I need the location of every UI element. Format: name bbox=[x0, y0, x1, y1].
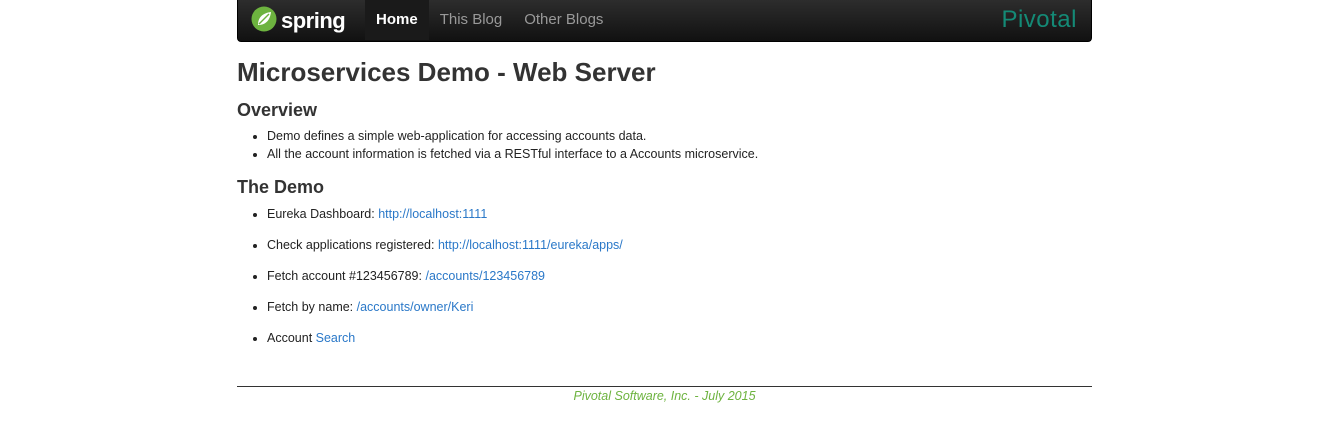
item-label: Eureka Dashboard: bbox=[267, 207, 379, 221]
footer-divider bbox=[237, 386, 1092, 387]
fetch-by-name-link[interactable]: /accounts/owner/Keri bbox=[357, 300, 474, 314]
list-item: All the account information is fetched v… bbox=[267, 145, 758, 163]
list-item: Eureka Dashboard: http://localhost:1111 bbox=[267, 205, 623, 223]
page-container: spring Home This Blog Other Blogs Pivota… bbox=[237, 0, 1092, 403]
list-item: Check applications registered: http://lo… bbox=[267, 236, 623, 254]
eureka-dashboard-link[interactable]: http://localhost:1111 bbox=[378, 207, 487, 221]
spring-logo-link[interactable]: spring bbox=[251, 6, 346, 37]
spring-brand-text: spring bbox=[281, 8, 346, 33]
nav-other-blogs[interactable]: Other Blogs bbox=[513, 0, 614, 40]
item-label: Fetch by name: bbox=[267, 300, 357, 314]
nav-home[interactable]: Home bbox=[365, 0, 429, 40]
fetch-account-link[interactable]: /accounts/123456789 bbox=[425, 269, 545, 283]
demo-list: Eureka Dashboard: http://localhost:1111 … bbox=[237, 205, 623, 360]
page-title: Microservices Demo - Web Server bbox=[237, 57, 656, 87]
pivotal-logo[interactable]: Pivotal bbox=[1001, 6, 1077, 34]
demo-heading: The Demo bbox=[237, 177, 325, 197]
list-item: Fetch account #123456789: /accounts/1234… bbox=[267, 267, 623, 285]
item-label: Check applications registered: bbox=[267, 238, 438, 252]
account-search-link[interactable]: Search bbox=[316, 331, 356, 345]
list-item: Demo defines a simple web-application fo… bbox=[267, 127, 758, 145]
eureka-apps-link[interactable]: http://localhost:1111/eureka/apps/ bbox=[438, 238, 623, 252]
list-item: Fetch by name: /accounts/owner/Keri bbox=[267, 298, 623, 316]
overview-heading: Overview bbox=[237, 100, 318, 120]
top-navbar: spring Home This Blog Other Blogs Pivota… bbox=[237, 0, 1092, 42]
item-label: Account bbox=[267, 331, 316, 345]
item-label: Fetch account #123456789: bbox=[267, 269, 426, 283]
nav-this-blog[interactable]: This Blog bbox=[429, 0, 514, 40]
overview-list: Demo defines a simple web-application fo… bbox=[237, 127, 758, 163]
list-item: Account Search bbox=[267, 329, 623, 347]
main-nav: Home This Blog Other Blogs bbox=[365, 0, 614, 40]
spring-leaf-icon bbox=[251, 6, 277, 37]
footer-text: Pivotal Software, Inc. - July 2015 bbox=[573, 389, 756, 403]
